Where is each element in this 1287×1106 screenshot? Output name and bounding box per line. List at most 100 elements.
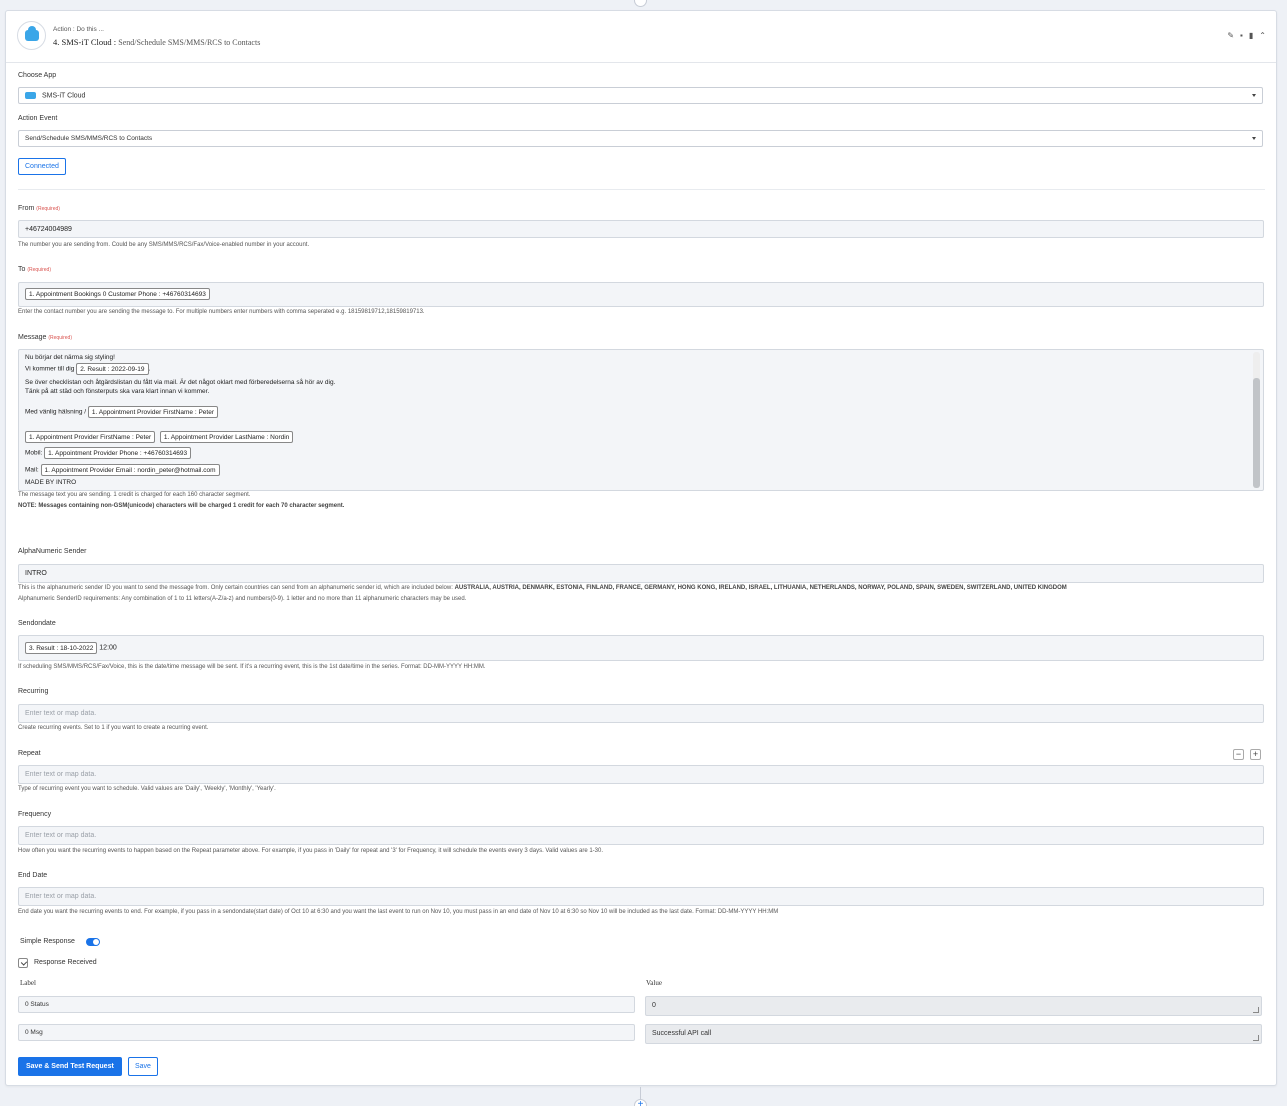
message-line: Se över checklistan och åtgärdslistan du… <box>25 379 336 386</box>
mapped-field-pill[interactable]: 1. Appointment Bookings 0 Customer Phone… <box>25 288 210 300</box>
required-tag: (Required) <box>48 335 72 341</box>
mapped-field-pill[interactable]: 2. Result : 2022-09-19 <box>76 363 149 375</box>
response-label-field[interactable]: 0 Status <box>18 996 635 1013</box>
from-label: From (Required) <box>18 205 60 212</box>
mapped-field-pill[interactable]: 1. Appointment Provider Email : nordin_p… <box>40 464 220 476</box>
mapped-field-pill[interactable]: 3. Result : 18-10-2022 <box>25 642 98 654</box>
choose-app-value: SMS-iT Cloud <box>42 92 86 100</box>
message-line: 1. Appointment Provider FirstName : Pete… <box>25 431 294 443</box>
response-received-label: Response Received <box>34 959 97 966</box>
value-column-header: Value <box>646 979 662 987</box>
recurring-input[interactable]: Enter text or map data. <box>18 704 1264 723</box>
message-line: Nu börjar det närma sig styling! <box>25 354 115 361</box>
from-label-text: From <box>18 205 35 212</box>
choose-app-label: Choose App <box>18 72 57 79</box>
plus-button[interactable]: + <box>1250 749 1261 760</box>
message-scrollbar[interactable] <box>1253 352 1260 488</box>
edit-icon[interactable]: ✎ <box>1227 31 1234 40</box>
sendondate-time: 12:00 <box>99 644 117 652</box>
alpha-sender-input[interactable]: INTRO <box>18 564 1264 583</box>
save-send-test-button[interactable]: Save & Send Test Request <box>18 1057 122 1076</box>
mapped-field-pill[interactable]: 1. Appointment Provider Phone : +4676031… <box>44 447 192 459</box>
step-header-actions: ✎ ▪ ▮ ⌃ <box>1227 31 1266 40</box>
response-value-field[interactable]: Successful API call <box>645 1024 1262 1044</box>
end-date-label: End Date <box>18 872 48 879</box>
required-tag: (Required) <box>36 206 60 212</box>
message-text: Mail: <box>25 466 39 474</box>
step-subtitle: Action : Do this ... <box>53 26 104 33</box>
scrollbar-thumb[interactable] <box>1253 378 1260 488</box>
sms-it-cloud-icon <box>25 92 36 99</box>
mapped-field-pill[interactable]: 1. Appointment Provider FirstName : Pete… <box>87 406 218 418</box>
caret-down-icon <box>1252 137 1256 140</box>
end-date-input[interactable]: Enter text or map data. <box>18 887 1264 906</box>
message-label-text: Message <box>18 334 47 341</box>
message-textarea[interactable]: Nu börjar det närma sig styling! Vi komm… <box>18 349 1264 491</box>
delete-icon[interactable]: ▮ <box>1249 31 1253 40</box>
resize-grip-icon[interactable] <box>1253 1035 1259 1041</box>
to-label: To (Required) <box>18 266 51 273</box>
action-event-select[interactable]: Send/Schedule SMS/MMS/RCS to Contacts <box>18 130 1263 147</box>
choose-app-select[interactable]: SMS-iT Cloud <box>18 87 1263 104</box>
copy-icon[interactable]: ▪ <box>1240 31 1243 40</box>
alpha-sender-label: AlphaNumeric Sender <box>18 548 87 555</box>
frequency-label: Frequency <box>18 811 52 818</box>
step-title-app: 4. SMS-iT Cloud <box>53 37 112 47</box>
repeat-help: Type of recurring event you want to sche… <box>18 786 276 792</box>
alpha-sender-requirements: Alphanumeric SenderID requirements: Any … <box>18 596 467 602</box>
add-step-icon[interactable]: + <box>634 1099 647 1106</box>
sendondate-help: If scheduling SMS/MMS/RCS/Fax/Voice, thi… <box>18 664 486 670</box>
step-title-event: Send/Schedule SMS/MMS/RCS to Contacts <box>118 38 261 47</box>
response-value-text: 0 <box>652 1002 656 1009</box>
recurring-help: Create recurring events. Set to 1 if you… <box>18 725 209 731</box>
action-event-value: Send/Schedule SMS/MMS/RCS to Contacts <box>25 135 153 142</box>
recurring-label: Recurring <box>18 688 49 695</box>
message-line: Mobil: 1. Appointment Provider Phone : +… <box>25 447 192 459</box>
alpha-countries: AUSTRALIA, AUSTRIA, DENMARK, ESTONIA, FI… <box>454 585 1067 591</box>
message-text: . <box>148 365 151 373</box>
resize-grip-icon[interactable] <box>1253 1007 1259 1013</box>
sendondate-input[interactable]: 3. Result : 18-10-2022 12:00 <box>18 635 1264 661</box>
end-date-help: End date you want the recurring events t… <box>18 909 779 915</box>
message-help: The message text you are sending. 1 cred… <box>18 492 251 498</box>
caret-down-icon <box>1252 94 1256 97</box>
connected-button[interactable]: Connected <box>18 158 66 175</box>
simple-response-label: Simple Response <box>20 938 75 945</box>
alpha-help-text: This is the alphanumeric sender ID you w… <box>18 585 455 591</box>
repeat-label: Repeat <box>18 750 41 757</box>
to-label-text: To <box>18 266 26 273</box>
message-line: Med vänlig hälsning / 1. Appointment Pro… <box>25 406 218 418</box>
message-text: Med vänlig hälsning / <box>25 408 87 416</box>
response-received-checkbox[interactable] <box>18 958 28 968</box>
section-divider <box>18 189 1265 190</box>
mapped-field-pill[interactable]: 1. Appointment Provider LastName : Nordi… <box>159 431 294 443</box>
simple-response-toggle[interactable] <box>86 938 100 946</box>
frequency-input[interactable]: Enter text or map data. <box>18 826 1264 845</box>
minus-button[interactable]: − <box>1233 749 1244 760</box>
response-value-field[interactable]: 0 <box>645 996 1262 1016</box>
chevron-up-icon[interactable]: ⌃ <box>1259 31 1266 40</box>
save-button[interactable]: Save <box>128 1057 158 1076</box>
from-input[interactable]: +46724004989 <box>18 220 1264 238</box>
message-line: Tänk på att städ och fönsterputs ska var… <box>25 388 210 395</box>
alpha-sender-help: This is the alphanumeric sender ID you w… <box>18 585 1067 591</box>
repeat-input[interactable]: Enter text or map data. <box>18 765 1264 784</box>
message-line: MADE BY INTRO <box>25 479 77 486</box>
message-line: Vi kommer till dig 2. Result : 2022-09-1… <box>25 363 150 375</box>
message-note: NOTE: Messages containing non-GSM(unicod… <box>18 503 345 509</box>
mapped-field-pill[interactable]: 1. Appointment Provider FirstName : Pete… <box>25 431 156 443</box>
action-event-label: Action Event <box>18 115 58 122</box>
response-label-field[interactable]: 0 Msg <box>18 1024 635 1041</box>
required-tag: (Required) <box>27 267 51 273</box>
response-value-text: Successful API call <box>652 1030 712 1037</box>
from-help: The number you are sending from. Could b… <box>18 242 310 248</box>
action-step-card: Action : Do this ... 4. SMS-iT Cloud : S… <box>5 10 1277 1086</box>
to-input[interactable]: 1. Appointment Bookings 0 Customer Phone… <box>18 282 1264 307</box>
flow-connector-dot-top <box>634 0 647 7</box>
message-line: Mail: 1. Appointment Provider Email : no… <box>25 464 220 476</box>
step-title: 4. SMS-iT Cloud : Send/Schedule SMS/MMS/… <box>53 37 260 47</box>
sms-it-cloud-logo-icon <box>17 21 46 50</box>
step-header[interactable]: Action : Do this ... 4. SMS-iT Cloud : S… <box>6 11 1276 63</box>
message-text: Mobil: <box>25 449 43 457</box>
label-column-header: Label <box>20 979 36 987</box>
